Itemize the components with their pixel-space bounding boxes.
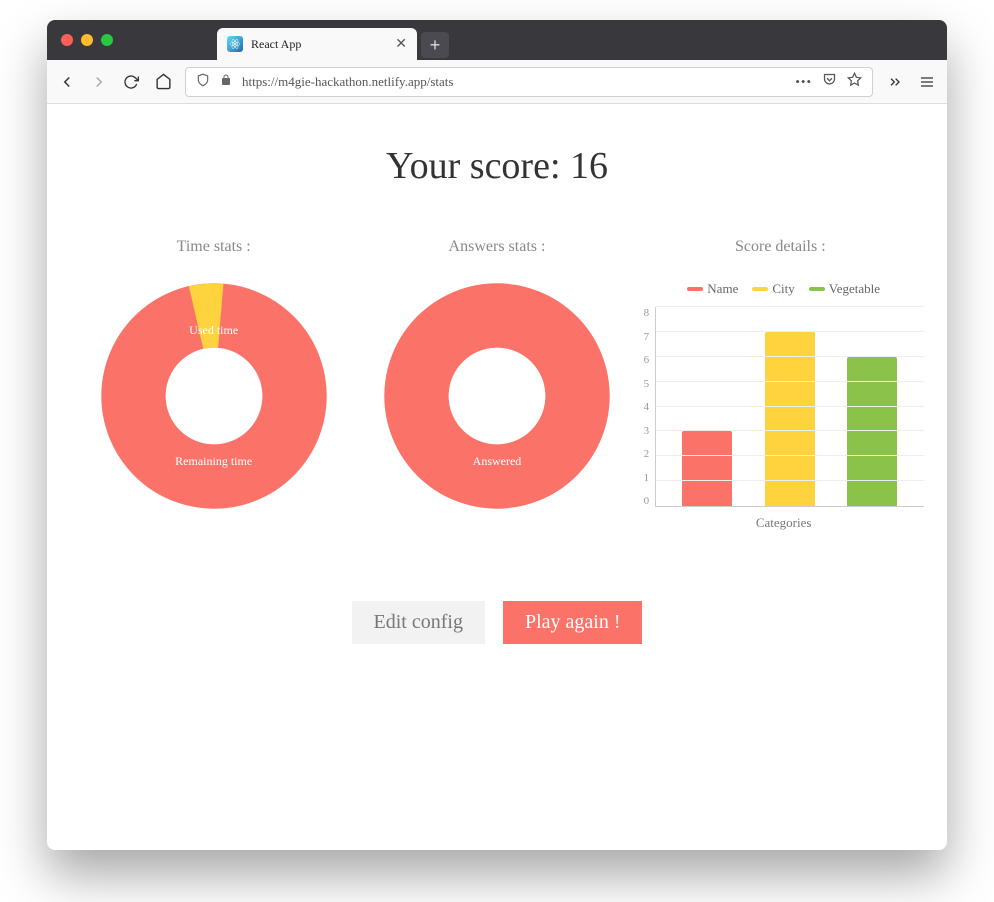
meatballs-icon[interactable]: ••• [795,74,812,90]
bar-chart-legend: Name City Vegetable [644,281,924,297]
hamburger-menu-icon[interactable] [917,72,937,92]
answers-donut-chart: Answered [382,281,612,511]
close-window-button[interactable] [61,34,73,46]
maximize-window-button[interactable] [101,34,113,46]
score-details-title: Score details : [644,238,917,256]
play-again-button[interactable]: Play again ! [503,601,643,644]
score-details-panel: Score details : Name City Vegetable 8765… [644,238,917,531]
shield-icon [196,73,210,91]
x-axis-label: Categories [644,515,924,531]
forward-button[interactable] [89,72,109,92]
window-controls [47,34,127,46]
minimize-window-button[interactable] [81,34,93,46]
legend-name: Name [707,281,738,297]
time-stats-title: Time stats : [77,238,350,256]
plot-area [655,307,924,507]
edit-config-button[interactable]: Edit config [352,601,485,644]
legend-vegetable: Vegetable [829,281,880,297]
url-text: https://m4gie-hackathon.netlify.app/stat… [242,74,453,90]
time-stats-panel: Time stats : Used time Remaining time [77,238,350,531]
overflow-chevron-icon[interactable] [885,72,905,92]
browser-toolbar: https://m4gie-hackathon.netlify.app/stat… [47,60,947,104]
page-content: Your score: 16 Time stats : Used time Re… [47,104,947,850]
new-tab-button[interactable]: + [421,32,449,58]
back-button[interactable] [57,72,77,92]
bar-name [682,431,732,506]
pocket-icon[interactable] [822,72,837,91]
remaining-time-label: Remaining time [99,454,329,469]
score-bar-chart: Name City Vegetable 876543210 Categories [644,281,924,531]
answers-stats-panel: Answers stats : Answered [360,238,633,531]
legend-city: City [772,281,794,297]
answered-label: Answered [382,454,612,469]
answers-stats-title: Answers stats : [360,238,633,256]
score-heading: Your score: 16 [77,144,917,188]
tab-title: React App [251,37,301,52]
react-favicon-icon [227,36,243,52]
action-buttons: Edit config Play again ! [77,601,917,644]
lock-icon [220,74,232,90]
reload-button[interactable] [121,72,141,92]
home-button[interactable] [153,72,173,92]
used-time-label: Used time [99,323,329,338]
time-donut-chart: Used time Remaining time [99,281,329,511]
titlebar: React App ✕ + [47,20,947,60]
y-axis: 876543210 [644,307,656,507]
browser-window: React App ✕ + https://m4gie-hackathon.ne… [47,20,947,850]
address-bar[interactable]: https://m4gie-hackathon.netlify.app/stat… [185,67,873,97]
bar-vegetable [847,357,897,506]
bookmark-star-icon[interactable] [847,72,862,91]
browser-tab[interactable]: React App ✕ [217,28,417,60]
close-tab-icon[interactable]: ✕ [395,36,407,53]
